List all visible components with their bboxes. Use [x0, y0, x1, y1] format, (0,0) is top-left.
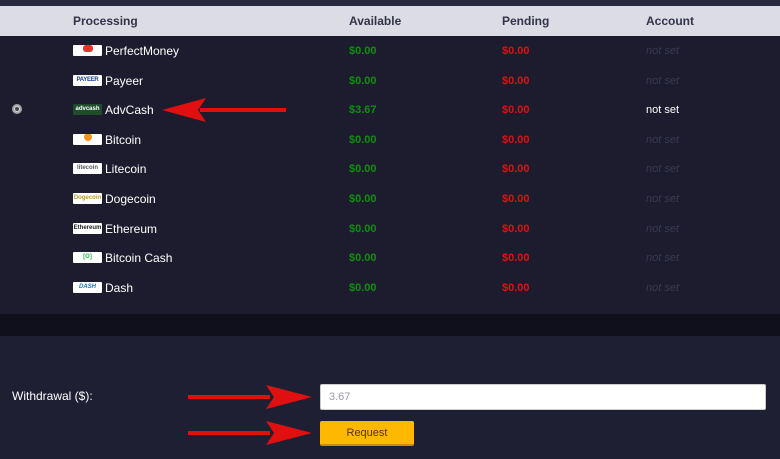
available-amount: $0.00 [349, 45, 377, 57]
pending-amount: $0.00 [502, 133, 530, 146]
table-row[interactable]: Dogecoin Dogecoin $0.00 $0.00 not set [0, 184, 780, 214]
processing-name: Dash [105, 280, 134, 295]
withdrawal-amount-input[interactable] [320, 384, 766, 410]
table-row[interactable]: [O] Bitcoin Cash $0.00 $0.00 not set [0, 243, 780, 273]
pending-amount: $0.00 [502, 74, 530, 87]
processing-name: Bitcoin Cash [105, 251, 173, 266]
available-amount: $0.00 [349, 133, 377, 146]
bitcoin-logo-icon [73, 133, 102, 145]
available-amount: $0.00 [349, 74, 377, 87]
account-value: not set [646, 222, 680, 235]
header-processing: Processing [73, 14, 138, 28]
pending-amount: $0.00 [502, 104, 530, 117]
available-amount: $0.00 [349, 163, 377, 176]
available-amount: $0.00 [349, 222, 377, 235]
account-value: not set [646, 252, 680, 265]
account-value: not set [646, 104, 680, 117]
header-account: Account [646, 14, 694, 28]
available-amount: $0.00 [349, 281, 377, 294]
pending-amount: $0.00 [502, 222, 530, 235]
processing-name: PerfectMoney [105, 44, 180, 58]
table-row[interactable]: PerfectMoney $0.00 $0.00 not set [0, 36, 780, 66]
pending-amount: $0.00 [502, 163, 530, 176]
table-row[interactable]: Bitcoin $0.00 $0.00 not set [0, 125, 780, 155]
table-row[interactable]: litecoin Litecoin $0.00 $0.00 not set [0, 154, 780, 184]
withdrawal-label: Withdrawal ($): [12, 389, 93, 403]
processing-name: Ethereum [105, 221, 158, 236]
account-value: not set [646, 133, 680, 146]
perfectmoney-logo-icon [73, 45, 102, 56]
available-amount: $0.00 [349, 193, 377, 205]
account-value: not set [646, 193, 680, 205]
table-row[interactable]: Ethereum Ethereum $0.00 $0.00 not set [0, 214, 780, 244]
dash-logo-icon: DASH [73, 281, 102, 293]
table-row-selected[interactable]: advcash AdvCash $3.67 $0.00 not set [0, 95, 780, 125]
processing-name: AdvCash [105, 103, 154, 118]
account-value: not set [646, 74, 680, 87]
pending-amount: $0.00 [502, 281, 530, 294]
ethereum-logo-icon: Ethereum [73, 222, 102, 234]
processing-name: Payeer [105, 73, 144, 88]
header-available: Available [349, 14, 402, 28]
request-button[interactable]: Request [320, 421, 414, 446]
account-value: not set [646, 163, 680, 176]
table-header: Processing Available Pending Account [0, 6, 780, 36]
arrow-to-input-icon [188, 385, 312, 409]
pending-amount: $0.00 [502, 45, 530, 57]
pending-amount: $0.00 [502, 193, 530, 205]
table-row[interactable]: PAYEER Payeer $0.00 $0.00 not set [0, 66, 780, 96]
bitcoin-cash-logo-icon: [O] [73, 252, 102, 264]
litecoin-logo-icon: litecoin [73, 163, 102, 175]
dogecoin-logo-icon: Dogecoin [73, 193, 102, 204]
processing-table: PerfectMoney $0.00 $0.00 not set PAYEER … [0, 36, 780, 314]
payeer-logo-icon: PAYEER [73, 74, 102, 86]
table-row[interactable]: DASH Dash $0.00 $0.00 not set [0, 273, 780, 303]
arrow-to-request-icon [188, 421, 312, 445]
pending-amount: $0.00 [502, 252, 530, 265]
header-pending: Pending [502, 14, 550, 28]
processing-name: Bitcoin [105, 132, 142, 147]
section-divider [0, 314, 780, 336]
available-amount: $0.00 [349, 252, 377, 265]
selected-radio-button[interactable] [12, 104, 22, 115]
account-value: not set [646, 281, 680, 294]
advcash-logo-icon: advcash [73, 104, 102, 116]
processing-name: Litecoin [105, 162, 147, 177]
account-value: not set [646, 45, 680, 57]
available-amount: $3.67 [349, 104, 377, 117]
processing-name: Dogecoin [105, 192, 156, 206]
